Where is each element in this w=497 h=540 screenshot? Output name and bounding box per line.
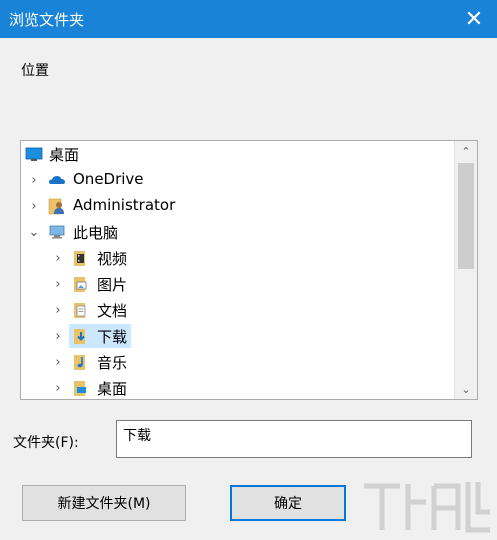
downloads-folder-icon (74, 329, 85, 344)
expand-chevron-icon[interactable]: › (52, 376, 64, 399)
tree-item-label: 音乐 (97, 354, 128, 372)
close-button[interactable]: ✕ (451, 0, 497, 38)
scroll-up-button[interactable]: ⌃ (455, 141, 477, 161)
cloud-icon (49, 176, 65, 184)
tree-item-label: Administrator (73, 196, 176, 214)
expand-chevron-icon[interactable]: › (52, 246, 64, 270)
chevron-down-icon: ⌄ (461, 382, 471, 396)
folder-tree-list: 桌面 › OneDrive › Administrator ⌄ 此电脑 › 视频… (21, 141, 453, 399)
tree-item-label: 文档 (97, 302, 128, 320)
window-title: 浏览文件夹 (9, 11, 85, 29)
expand-chevron-icon[interactable]: › (52, 350, 64, 374)
tree-item-documents[interactable]: › 文档 (21, 298, 453, 322)
tree-item-label: 图片 (97, 276, 128, 294)
desktop-icon (25, 147, 43, 161)
tree-item-label: 视频 (97, 250, 128, 268)
location-label: 位置 (21, 63, 49, 79)
expand-chevron-icon[interactable]: › (28, 168, 40, 192)
scroll-down-button[interactable]: ⌄ (455, 379, 477, 399)
documents-folder-icon (74, 303, 86, 318)
tree-item-onedrive[interactable]: › OneDrive (21, 168, 453, 192)
watermark-logo (364, 482, 490, 533)
tree-item-label: 下载 (97, 328, 128, 346)
collapse-chevron-icon[interactable]: ⌄ (28, 220, 40, 244)
title-bar: 浏览文件夹 ✕ (0, 0, 497, 38)
folder-tree[interactable]: 桌面 › OneDrive › Administrator ⌄ 此电脑 › 视频… (20, 140, 478, 400)
scroll-thumb[interactable] (458, 163, 474, 269)
vertical-scrollbar[interactable]: ⌃ ⌄ (454, 141, 477, 399)
user-folder-icon (48, 198, 64, 215)
folder-name-input[interactable]: 下载 (116, 420, 472, 458)
expand-chevron-icon[interactable]: › (52, 298, 64, 322)
chevron-up-icon: ⌃ (461, 144, 471, 158)
close-icon: ✕ (464, 6, 484, 32)
tree-item-label: 桌面 (97, 380, 128, 398)
expand-chevron-icon[interactable]: › (52, 272, 64, 296)
ok-button[interactable]: 确定 (230, 485, 346, 521)
tree-item-label: 桌面 (49, 146, 80, 164)
desktop-folder-icon (74, 381, 86, 396)
tree-item-desktop[interactable]: › 桌面 (21, 376, 453, 399)
tree-item-this-pc[interactable]: ⌄ 此电脑 (21, 220, 453, 244)
folder-field-label: 文件夹(F): (13, 435, 79, 451)
tree-item-label: 此电脑 (73, 224, 119, 242)
tree-item-downloads[interactable]: › 下载 (21, 324, 453, 348)
pictures-folder-icon (74, 277, 87, 292)
tree-item-videos[interactable]: › 视频 (21, 246, 453, 270)
computer-icon (49, 225, 65, 239)
video-folder-icon (74, 251, 85, 266)
expand-chevron-icon[interactable]: › (28, 194, 40, 218)
tree-item-pictures[interactable]: › 图片 (21, 272, 453, 296)
new-folder-button[interactable]: 新建文件夹(M) (22, 485, 186, 521)
tree-item-label: OneDrive (73, 170, 144, 188)
music-folder-icon (74, 355, 85, 370)
expand-chevron-icon[interactable]: › (52, 324, 64, 348)
tree-item-desktop-root[interactable]: 桌面 (21, 142, 453, 166)
tree-item-music[interactable]: › 音乐 (21, 350, 453, 374)
tree-item-administrator[interactable]: › Administrator (21, 194, 453, 218)
